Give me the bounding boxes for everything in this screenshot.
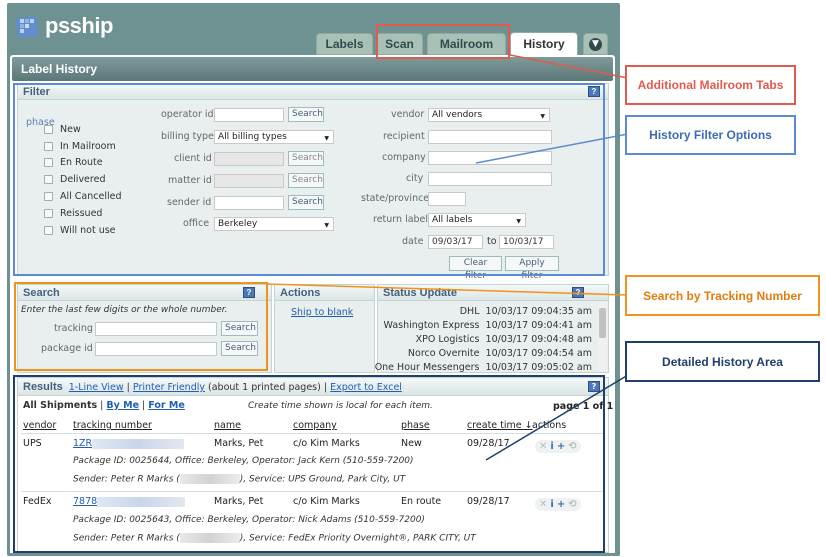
- callout-mailroom-tabs: Additional Mailroom Tabs: [625, 65, 796, 105]
- callout-filter: History Filter Options: [625, 115, 796, 155]
- callout-history: Detailed History Area: [625, 341, 820, 382]
- callout-search: Search by Tracking Number: [625, 275, 820, 316]
